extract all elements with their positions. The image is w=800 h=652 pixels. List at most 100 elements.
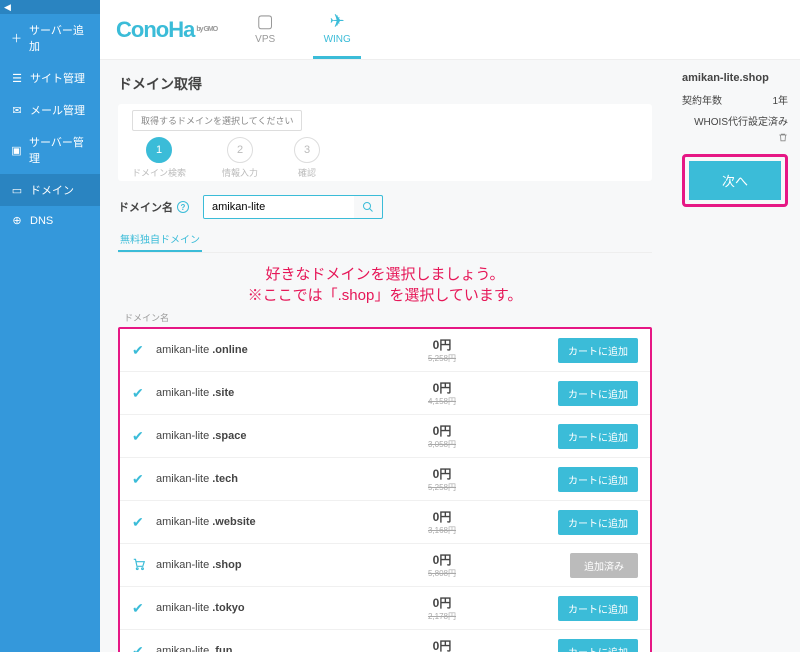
price: 0円 (334, 422, 550, 439)
sidebar-item-label: メール管理 (30, 102, 85, 118)
add-to-cart-button[interactable]: カートに追加 (558, 381, 638, 406)
price-col: 0円5,808円 (334, 551, 550, 579)
top-tabs: ▢ VPS ✈ WING (241, 0, 361, 59)
sidebar-item-label: サイト管理 (30, 70, 85, 86)
sidebar-item-label: DNS (30, 215, 53, 227)
price: 0円 (334, 465, 550, 482)
original-price: 2,178円 (334, 611, 550, 622)
domain-name: amikan-lite .fun (156, 645, 326, 652)
domain-name: amikan-lite .shop (156, 559, 326, 571)
original-price: 5,258円 (334, 482, 550, 493)
search-input[interactable] (204, 196, 354, 218)
help-icon[interactable]: ? (177, 201, 189, 213)
domain-name: amikan-lite .site (156, 387, 326, 399)
logo: ConoHa by GMO (116, 0, 217, 59)
sidebar-item-3[interactable]: ▣ サーバー管理 (0, 126, 100, 174)
step-label: 情報入力 (222, 166, 258, 179)
add-to-cart-button[interactable]: カートに追加 (558, 639, 638, 652)
domain-name: amikan-lite .tokyo (156, 602, 326, 614)
price: 0円 (334, 594, 550, 611)
annotation-line1: 好きなドメインを選択しましょう。 (265, 266, 504, 283)
price: 0円 (334, 551, 550, 568)
original-price: 5,808円 (334, 568, 550, 579)
cart-icon (132, 557, 148, 574)
domain-name: amikan-lite .space (156, 430, 326, 442)
original-price: 3,058円 (334, 439, 550, 450)
tab-label: WING (324, 34, 351, 45)
search-box (203, 195, 383, 219)
price: 0円 (334, 336, 550, 353)
sidebar-collapse[interactable]: ◀ (0, 0, 100, 14)
price: 0円 (334, 508, 550, 525)
sidebar-item-2[interactable]: ✉ メール管理 (0, 94, 100, 126)
step-3: 3 確認 (294, 137, 320, 179)
add-to-cart-button[interactable]: カートに追加 (558, 510, 638, 535)
domain-name: amikan-lite .website (156, 516, 326, 528)
sidebar-item-1[interactable]: ☰ サイト管理 (0, 62, 100, 94)
sidebar-icon: ✉ (10, 104, 24, 117)
add-to-cart-button[interactable]: カートに追加 (558, 424, 638, 449)
domain-name: amikan-lite .online (156, 344, 326, 356)
domain-row: ✔ amikan-lite .space 0円3,058円カートに追加 (120, 415, 650, 458)
add-to-cart-button[interactable]: カートに追加 (558, 338, 638, 363)
step-bubble: 2 (227, 137, 253, 163)
sidebar-item-label: サーバー管理 (29, 134, 90, 166)
sidebar-icon: ⊕ (10, 214, 24, 227)
domain-row: ✔ amikan-lite .tech 0円5,258円カートに追加 (120, 458, 650, 501)
original-price: 5,258円 (334, 353, 550, 364)
subtab-free-domain[interactable]: 無料独自ドメイン (118, 227, 202, 252)
add-to-cart-button[interactable]: カートに追加 (558, 467, 638, 492)
tab-vps[interactable]: ▢ VPS (241, 0, 289, 59)
summary-whois: WHOIS代行設定済み (682, 113, 788, 128)
list-header-row: ドメイン名 (118, 311, 652, 327)
price-col: 0円3,058円 (334, 422, 550, 450)
step-bubble: 3 (294, 137, 320, 163)
added-button: 追加済み (570, 553, 638, 578)
step-bubble: 1 (146, 137, 172, 163)
instruction: 取得するドメインを選択してください (132, 110, 302, 131)
tab-wing[interactable]: ✈ WING (313, 0, 361, 59)
search-button[interactable] (354, 201, 382, 213)
price-col: 0円5,258円 (334, 336, 550, 364)
sidebar-item-5[interactable]: ⊕ DNS (0, 206, 100, 235)
domain-row: ✔amikan-lite .site0円4,158円カートに追加 (120, 372, 650, 415)
sidebar-icon: ▣ (10, 144, 23, 157)
sidebar-icon: ☰ (10, 72, 24, 85)
tab-icon: ✈ (330, 11, 345, 32)
search-row: ドメイン名 ? (118, 195, 652, 219)
topbar: ConoHa by GMO ▢ VPS ✈ WING (100, 0, 800, 60)
sidebar-item-label: サーバー追加 (29, 22, 90, 54)
summary-term-label: 契約年数 (682, 92, 722, 107)
steps: 1ドメイン検索 2 情報入力 3 確認 (132, 137, 638, 179)
tab-icon: ▢ (257, 11, 274, 32)
price-col: 0円3,058円 (334, 637, 550, 652)
check-icon: ✔ (132, 471, 148, 488)
domain-row: ✔ amikan-lite .website 0円3,168円カートに追加 (120, 501, 650, 544)
sidebar-item-0[interactable]: ＋ サーバー追加 (0, 14, 100, 62)
domain-name: amikan-lite .tech (156, 473, 326, 485)
logo-text: ConoHa (116, 17, 194, 43)
price: 0円 (334, 379, 550, 396)
tab-label: VPS (255, 34, 275, 45)
price-col: 0円3,168円 (334, 508, 550, 536)
check-icon: ✔ (132, 514, 148, 531)
sidebar-item-label: ドメイン (30, 182, 74, 198)
step-1: 1ドメイン検索 (132, 137, 186, 179)
check-icon: ✔ (132, 600, 148, 617)
add-to-cart-button[interactable]: カートに追加 (558, 596, 638, 621)
step-card: 取得するドメインを選択してください 1ドメイン検索 2 情報入力 3 確認 (118, 104, 652, 181)
sidebar-icon: ＋ (10, 30, 23, 46)
summary-term-value: 1年 (772, 92, 788, 107)
sidebar-item-4[interactable]: ▭ドメイン (0, 174, 100, 206)
trash-icon[interactable] (682, 132, 788, 146)
price-col: 0円2,178円 (334, 594, 550, 622)
content: ドメイン取得 取得するドメインを選択してください 1ドメイン検索2情報入力3確認… (100, 60, 670, 652)
price: 0円 (334, 637, 550, 652)
annotation-line2: ※ここでは「.shop」を選択しています。 (118, 284, 652, 305)
sidebar: ◀ ＋ サーバー追加 ☰ サイト管理 ✉ メール管理 ▣ サーバー管理 ▭ドメイン ⊕ DNS (0, 0, 100, 652)
step-label: 確認 (298, 166, 316, 179)
next-button[interactable]: 次へ (689, 161, 781, 200)
domain-list: ✔amikan-lite .online0円5,258円カートに追加✔amika… (118, 327, 652, 652)
check-icon: ✔ (132, 428, 148, 445)
next-button-highlight: 次へ (682, 154, 788, 207)
